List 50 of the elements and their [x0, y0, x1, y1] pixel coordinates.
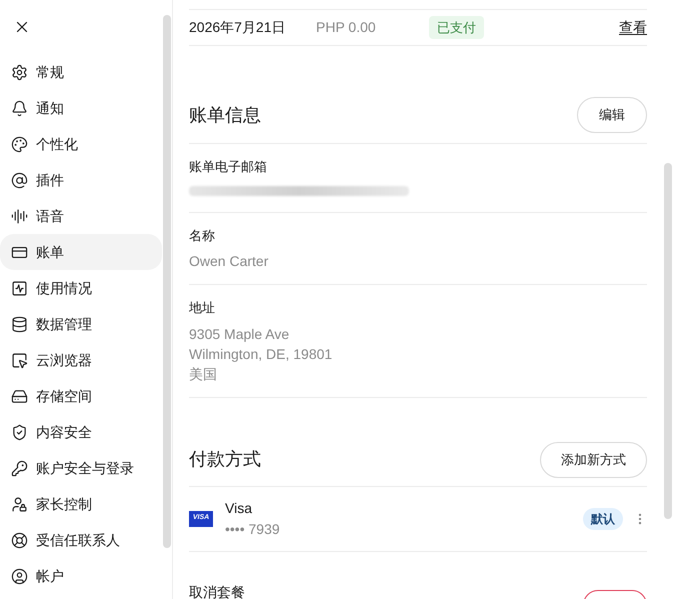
edit-button[interactable]: 编辑 [577, 97, 647, 133]
chart-icon [11, 280, 28, 296]
section-title: 账单信息 [189, 104, 261, 126]
default-badge: 默认 [583, 508, 623, 530]
status-badge: 已支付 [429, 16, 484, 40]
gear-icon [11, 64, 28, 80]
field-value: 美国 [189, 364, 218, 384]
invoice-amount: PHP 0.00 [316, 18, 377, 37]
at-sign-icon [11, 172, 28, 188]
field-label: 地址 [189, 299, 216, 317]
scrollbar-thumb[interactable] [664, 163, 672, 519]
field-label: 账单电子邮箱 [189, 158, 268, 176]
sidebar-item[interactable]: 家长控制 [0, 486, 162, 522]
section-title: 付款方式 [189, 448, 261, 471]
field-label: 名称 [189, 226, 216, 244]
sidebar-item[interactable]: 帐户 [0, 558, 162, 594]
sidebar-item[interactable]: 账户安全与登录 [0, 450, 162, 486]
field-value: 9305 Maple Ave [189, 324, 290, 344]
sidebar-item[interactable]: 插件 [0, 162, 162, 198]
bell-icon [11, 100, 28, 116]
key-icon [11, 460, 28, 476]
invoice-date: 2026年7月21日 [189, 18, 287, 37]
lifebuoy-icon [11, 532, 28, 548]
sidebar-item[interactable]: 账单 [0, 234, 162, 270]
cancel-plan-label: 取消套餐 [189, 582, 245, 599]
sidebar-item[interactable]: 使用情况 [0, 270, 162, 306]
user-circle-icon [11, 568, 28, 584]
sidebar-item[interactable]: 数据管理 [0, 306, 162, 342]
window-pointer-icon [11, 352, 28, 368]
shield-check-icon [11, 424, 28, 440]
audio-lines-icon [11, 208, 28, 224]
card-brand: Visa [225, 498, 253, 518]
add-method-button[interactable]: 添加新方式 [540, 442, 647, 478]
view-link[interactable]: 查看 [619, 17, 647, 38]
card-number: •••• 7939 [225, 520, 280, 538]
user-lock-icon [11, 496, 28, 512]
drive-icon [11, 388, 28, 404]
sidebar-item[interactable]: 内容安全 [0, 414, 162, 450]
sidebar-item[interactable]: 受信任联系人 [0, 522, 162, 558]
sidebar-item[interactable]: 语音 [0, 198, 162, 234]
palette-icon [11, 136, 28, 152]
field-value: Wilmington, DE, 19801 [189, 344, 334, 364]
field-value: Owen Carter [189, 252, 270, 271]
sidebar-item[interactable]: 个性化 [0, 126, 162, 162]
database-icon [11, 316, 28, 332]
sidebar-item[interactable]: 常规 [0, 54, 162, 90]
sidebar-item[interactable]: 云浏览器 [0, 342, 162, 378]
sidebar-item[interactable]: 通知 [0, 90, 162, 126]
scrollbar-thumb[interactable] [163, 15, 171, 548]
sidebar-item[interactable]: 存储空间 [0, 378, 162, 414]
